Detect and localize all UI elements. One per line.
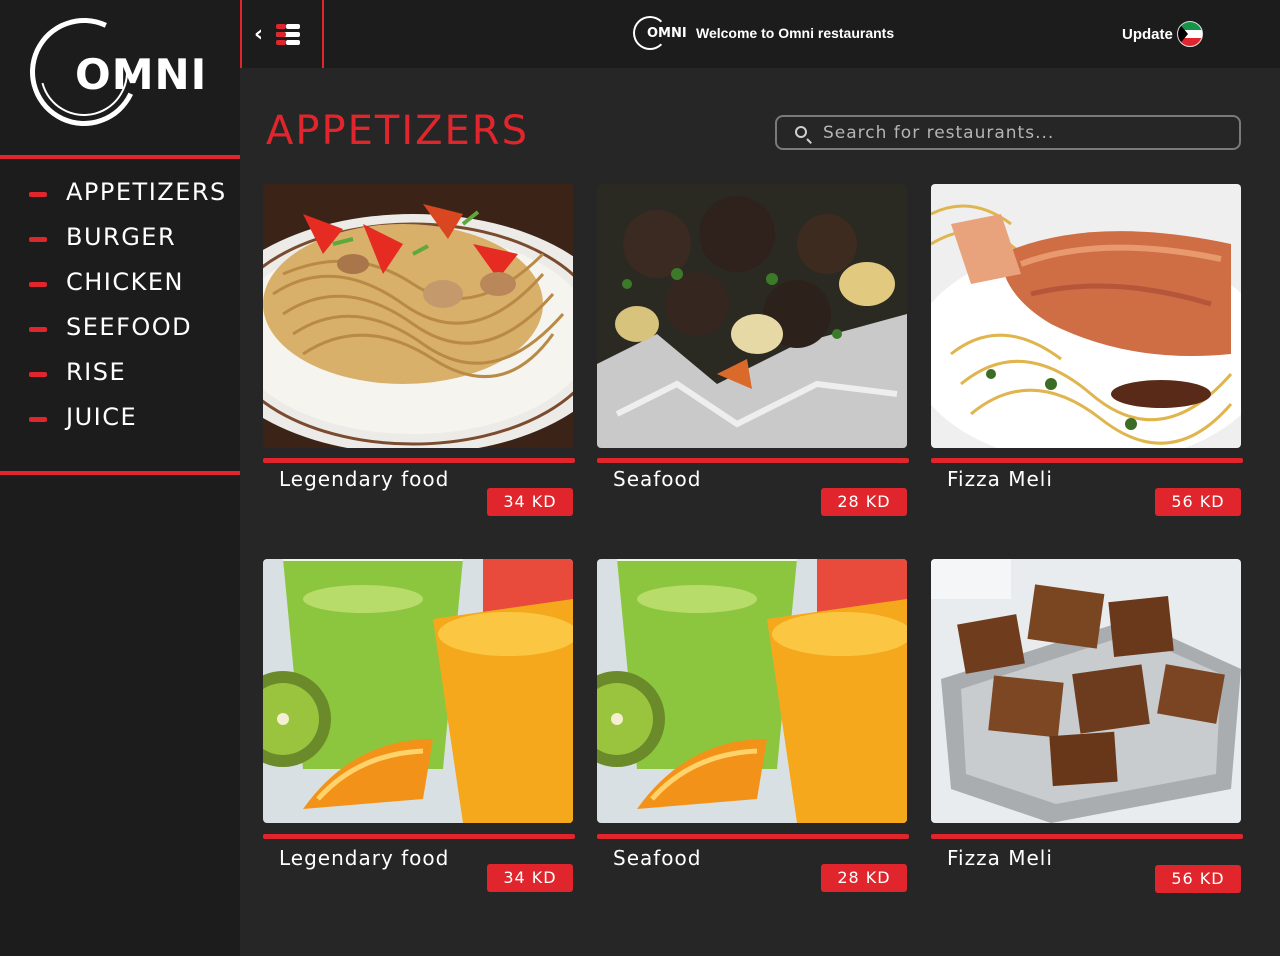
card-image-roasted-meat	[597, 184, 907, 448]
menu-card[interactable]: Fizza Meli 56 KD	[931, 184, 1243, 524]
kuwait-flag-icon[interactable]	[1177, 21, 1203, 47]
card-title: Fizza Meli	[947, 467, 1053, 491]
sidebar-item-label: JUICE	[66, 403, 138, 431]
sidebar-item-chicken[interactable]: CHICKEN	[0, 262, 240, 307]
price-badge: 34 KD	[487, 864, 573, 892]
card-title: Fizza Meli	[947, 846, 1053, 870]
card-divider	[597, 458, 909, 463]
card-title: Legendary food	[279, 467, 450, 491]
menu-line	[286, 24, 300, 29]
menu-line	[276, 24, 286, 29]
sidebar-item-label: RISE	[66, 358, 127, 386]
card-title: Legendary food	[279, 846, 450, 870]
menu-line	[276, 32, 286, 37]
card-divider	[931, 458, 1243, 463]
card-image-brownies	[931, 559, 1241, 823]
card-divider	[263, 834, 575, 839]
card-image-noodles	[263, 184, 573, 448]
sidebar-divider-top	[0, 155, 240, 159]
top-bar: ‹ OMNI Welcome to Omni restaurants Updat…	[240, 0, 1280, 68]
price-badge: 28 KD	[821, 864, 907, 892]
card-title: Seafood	[613, 467, 702, 491]
card-image-salmon	[931, 184, 1241, 448]
sidebar-divider-bottom	[0, 471, 240, 475]
sidebar-item-label: SEEFOOD	[66, 313, 193, 341]
menu-icon[interactable]	[276, 24, 302, 46]
welcome-text: Welcome to Omni restaurants	[696, 25, 895, 41]
card-title: Seafood	[613, 846, 702, 870]
sidebar-item-seefood[interactable]: SEEFOOD	[0, 307, 240, 352]
menu-card[interactable]: Seafood 28 KD	[597, 559, 909, 899]
search-input[interactable]	[823, 120, 1223, 146]
search-bar[interactable]	[775, 115, 1241, 150]
dash-icon	[29, 372, 47, 377]
category-nav: APPETIZERS BURGER CHICKEN SEEFOOD RISE J…	[0, 172, 240, 442]
sidebar-item-juice[interactable]: JUICE	[0, 397, 240, 442]
sidebar: OMNI APPETIZERS BURGER CHICKEN SEEFOOD R…	[0, 0, 240, 956]
chevron-left-icon[interactable]: ‹	[254, 22, 263, 47]
sidebar-item-rise[interactable]: RISE	[0, 352, 240, 397]
price-badge: 56 KD	[1155, 865, 1241, 893]
dash-icon	[29, 192, 47, 197]
menu-line	[286, 40, 300, 45]
menu-card[interactable]: Seafood 28 KD	[597, 184, 909, 524]
sidebar-item-label: CHICKEN	[66, 268, 184, 296]
page-title: APPETIZERS	[266, 108, 529, 154]
update-button[interactable]: Update	[1122, 26, 1173, 43]
sidebar-item-label: BURGER	[66, 223, 177, 251]
card-divider	[263, 458, 575, 463]
menu-line	[276, 40, 286, 45]
logo-text: OMNI	[75, 50, 208, 99]
price-badge: 56 KD	[1155, 488, 1241, 516]
price-badge: 28 KD	[821, 488, 907, 516]
back-menu-group: ‹	[240, 0, 324, 68]
dash-icon	[29, 282, 47, 287]
price-badge: 34 KD	[487, 488, 573, 516]
omni-logo[interactable]: OMNI	[14, 2, 228, 142]
menu-card[interactable]: Legendary food 34 KD	[263, 559, 575, 899]
sidebar-item-burger[interactable]: BURGER	[0, 217, 240, 262]
dash-icon	[29, 327, 47, 332]
card-divider	[931, 834, 1243, 839]
card-image-juice	[263, 559, 573, 823]
mini-logo-text: OMNI	[647, 26, 687, 41]
search-icon	[795, 126, 807, 138]
sidebar-item-appetizers[interactable]: APPETIZERS	[0, 172, 240, 217]
dash-icon	[29, 237, 47, 242]
menu-card[interactable]: Legendary food 34 KD	[263, 184, 575, 524]
dash-icon	[29, 417, 47, 422]
card-image-juice	[597, 559, 907, 823]
card-divider	[597, 834, 909, 839]
menu-card[interactable]: Fizza Meli 56 KD	[931, 559, 1243, 899]
sidebar-item-label: APPETIZERS	[66, 178, 227, 206]
